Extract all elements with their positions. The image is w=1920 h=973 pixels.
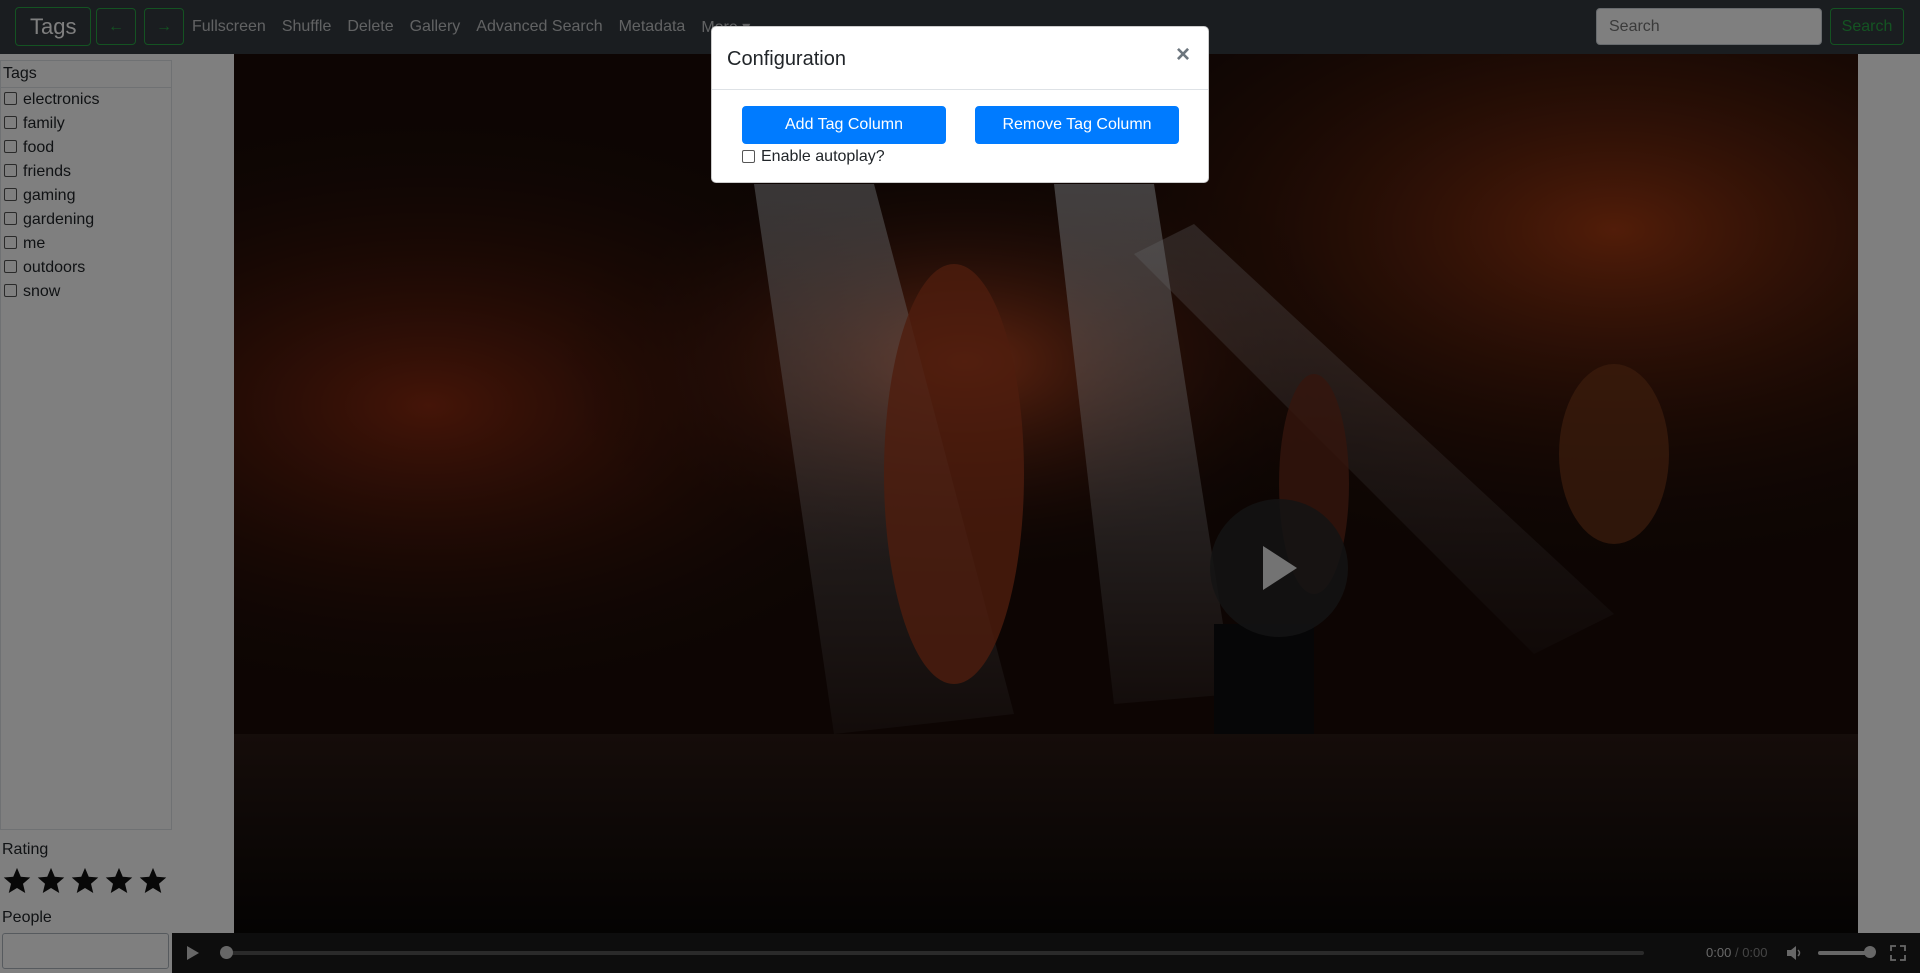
autoplay-option[interactable]: Enable autoplay? (742, 148, 885, 166)
modal-header: Configuration × (712, 27, 1208, 90)
autoplay-checkbox[interactable] (742, 149, 755, 163)
autoplay-label: Enable autoplay? (761, 148, 885, 165)
modal-title: Configuration (727, 48, 846, 70)
configuration-modal: Configuration × Add Tag Column Remove Ta… (711, 26, 1209, 183)
remove-tag-column-button[interactable]: Remove Tag Column (975, 106, 1179, 144)
close-icon[interactable]: × (1176, 43, 1190, 67)
add-tag-column-button[interactable]: Add Tag Column (742, 106, 946, 144)
